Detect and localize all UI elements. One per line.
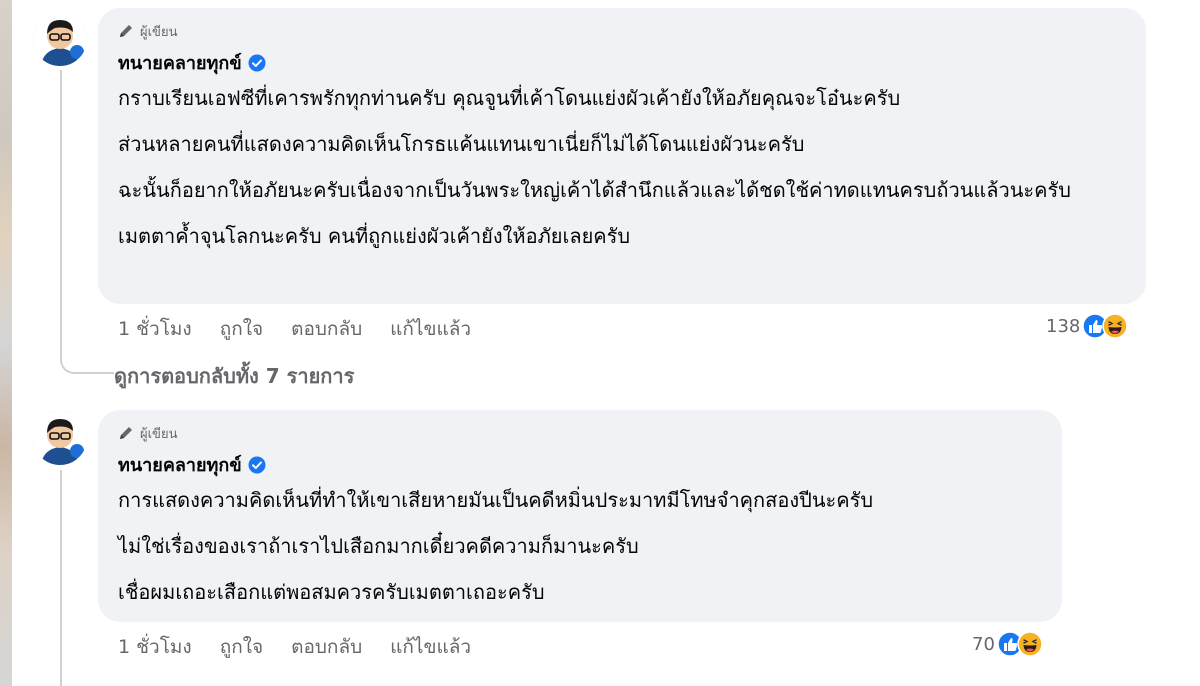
avatar[interactable] <box>33 411 87 465</box>
timestamp-link[interactable]: 1 ชั่วโมง <box>118 314 192 344</box>
reactions-summary[interactable]: 70 <box>972 631 1043 657</box>
comment-bubble: ผู้เขียน ทนายคลายทุกข์ การแสดงความคิดเห็… <box>98 410 1062 622</box>
view-replies-link[interactable]: ดูการตอบกลับทั้ง 7 รายการ <box>114 360 354 392</box>
reply-button[interactable]: ตอบกลับ <box>291 314 362 344</box>
reaction-count: 70 <box>972 633 995 655</box>
comment-paragraph: กราบเรียนเอฟซีที่เคารพรักทุกท่านครับ คุณ… <box>118 86 901 110</box>
pen-icon <box>118 425 134 441</box>
reply-button[interactable]: ตอบกลับ <box>291 632 362 662</box>
edited-label[interactable]: แก้ไขแล้ว <box>390 632 471 662</box>
thread-connector <box>60 358 114 374</box>
reaction-count: 138 <box>1046 315 1081 337</box>
thread-line <box>60 470 62 686</box>
comment-paragraph: เมตตาค้ำจุนโลกนะครับ คนที่ถูกแย่งผัวเค้า… <box>118 224 631 248</box>
comment-paragraph: การแสดงความคิดเห็นที่ทำให้เขาเสียหายมันเ… <box>118 488 874 512</box>
haha-reaction-icon <box>1017 631 1043 657</box>
verified-icon <box>248 456 266 474</box>
author-badge: ผู้เขียน <box>118 20 1124 42</box>
comment-actions: 1 ชั่วโมง ถูกใจ ตอบกลับ แก้ไขแล้ว <box>118 632 471 662</box>
comment-paragraph: ฉะนั้นก็อยากให้อภัยนะครับเนื่องจากเป็นวั… <box>118 178 1071 202</box>
avatar[interactable] <box>33 12 87 66</box>
author-name[interactable]: ทนายคลายทุกข์ <box>118 48 242 77</box>
edited-label[interactable]: แก้ไขแล้ว <box>390 314 471 344</box>
reactions-summary[interactable]: 138 <box>1046 313 1129 339</box>
comment-actions: 1 ชั่วโมง ถูกใจ ตอบกลับ แก้ไขแล้ว <box>118 314 471 344</box>
left-background-strip <box>0 0 12 686</box>
comment-paragraph: เชื่อผมเถอะเสือกแต่พอสมควรครับเมตตาเถอะค… <box>118 580 545 604</box>
comment-bubble: ผู้เขียน ทนายคลายทุกข์ กราบเรียนเอฟซีที่… <box>98 8 1146 304</box>
comment-paragraph: ไม่ใช่เรื่องของเราถ้าเราไปเสือกมากเดี๋ยว… <box>118 534 639 558</box>
comment-paragraph: ส่วนหลายคนที่แสดงความคิดเห็นโกรธแค้นแทนเ… <box>118 132 805 156</box>
verified-icon <box>248 54 266 72</box>
like-button[interactable]: ถูกใจ <box>220 632 263 662</box>
author-badge-label: ผู้เขียน <box>140 24 178 40</box>
haha-reaction-icon <box>1102 313 1129 339</box>
timestamp-link[interactable]: 1 ชั่วโมง <box>118 632 192 662</box>
author-badge: ผู้เขียน <box>118 422 1040 444</box>
author-name[interactable]: ทนายคลายทุกข์ <box>118 450 242 479</box>
thread-line <box>60 70 62 360</box>
author-badge-label: ผู้เขียน <box>140 426 178 442</box>
like-button[interactable]: ถูกใจ <box>220 314 263 344</box>
pen-icon <box>118 23 134 39</box>
